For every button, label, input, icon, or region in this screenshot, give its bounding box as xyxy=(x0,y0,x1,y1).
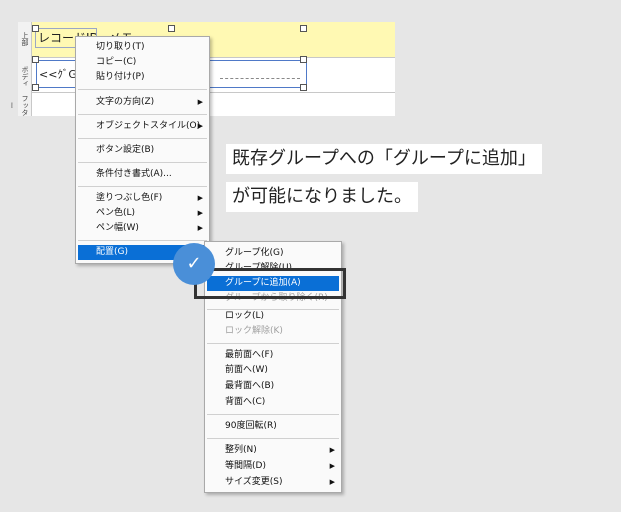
menu-item-rotate-90[interactable]: 90度回転(R) xyxy=(207,419,339,434)
selection-handle[interactable] xyxy=(32,25,39,32)
selection-handle[interactable] xyxy=(168,25,175,32)
menu-separator xyxy=(78,138,207,139)
menu-separator xyxy=(78,240,207,241)
menu-item-equal-spacing[interactable]: 等間隔(D) ▶ xyxy=(207,459,339,474)
callout-line-1: 既存グループへの「グループに追加」 xyxy=(226,144,542,174)
menu-item-align[interactable]: 整列(N) ▶ xyxy=(207,443,339,458)
menu-item-group[interactable]: グループ化(G) xyxy=(207,246,339,261)
submenu-arrow-icon: ▶ xyxy=(197,98,203,106)
submenu-arrow-icon: ▶ xyxy=(329,446,335,454)
menu-item-pen-color[interactable]: ペン色(L) ▶ xyxy=(78,206,207,221)
field-dashed-line xyxy=(220,78,300,79)
menu-item-send-backward[interactable]: 背面へ(C) xyxy=(207,395,339,410)
menu-separator xyxy=(207,343,339,344)
selection-handle[interactable] xyxy=(300,25,307,32)
menu-separator xyxy=(78,114,207,115)
selection-handle[interactable] xyxy=(32,84,39,91)
callout-line-2: が可能になりました。 xyxy=(226,182,418,212)
menu-separator xyxy=(78,186,207,187)
section-ruler: 上部 ボディ フッター xyxy=(8,22,32,116)
ruler-label-body: ボディ xyxy=(21,65,29,87)
submenu-arrow-icon: ▶ xyxy=(197,122,203,130)
menu-separator xyxy=(207,414,339,415)
submenu-arrow-icon: ▶ xyxy=(329,462,335,470)
menu-item-bring-to-front[interactable]: 最前面へ(F) xyxy=(207,348,339,363)
selection-handle[interactable] xyxy=(300,56,307,63)
context-menu: 切り取り(T) コピー(C) 貼り付け(P) 文字の方向(Z) ▶ オブジェクトス… xyxy=(75,36,210,264)
submenu-arrow-icon: ▶ xyxy=(197,209,203,217)
menu-item-button-settings[interactable]: ボタン設定(B) xyxy=(78,143,207,158)
check-icon: ✓ xyxy=(173,243,215,285)
menu-item-send-to-back[interactable]: 最背面へ(B) xyxy=(207,379,339,394)
menu-item-cut[interactable]: 切り取り(T) xyxy=(78,40,207,55)
menu-separator xyxy=(78,89,207,90)
selection-handle[interactable] xyxy=(32,56,39,63)
ruler-label-footer: フッター xyxy=(8,94,29,116)
submenu-arrow-icon: ▶ xyxy=(197,224,203,232)
submenu-arrow-icon: ▶ xyxy=(329,478,335,486)
menu-item-copy[interactable]: コピー(C) xyxy=(78,55,207,70)
ruler-label-header: 上部 xyxy=(21,32,29,46)
menu-item-paste[interactable]: 貼り付け(P) xyxy=(78,70,207,85)
menu-item-pen-width[interactable]: ペン幅(W) ▶ xyxy=(78,221,207,236)
menu-item-fill-color[interactable]: 塗りつぶし色(F) ▶ xyxy=(78,191,207,206)
highlight-frame xyxy=(194,268,346,299)
menu-item-resize[interactable]: サイズ変更(S) ▶ xyxy=(207,475,339,490)
menu-item-object-style[interactable]: オブジェクトスタイル(O) ▶ xyxy=(78,119,207,134)
menu-item-unlock[interactable]: ロック解除(K) xyxy=(207,324,339,339)
submenu-arrow-icon: ▶ xyxy=(197,194,203,202)
selection-handle[interactable] xyxy=(300,84,307,91)
menu-item-text-direction[interactable]: 文字の方向(Z) ▶ xyxy=(78,95,207,110)
menu-item-bring-forward[interactable]: 前面へ(W) xyxy=(207,363,339,378)
menu-separator xyxy=(78,162,207,163)
menu-item-lock[interactable]: ロック(L) xyxy=(207,309,339,324)
menu-item-conditional-format[interactable]: 条件付き書式(A)... xyxy=(78,167,207,182)
body-field-text: <<ｸﾞGe... xyxy=(39,68,77,81)
menu-separator xyxy=(207,438,339,439)
